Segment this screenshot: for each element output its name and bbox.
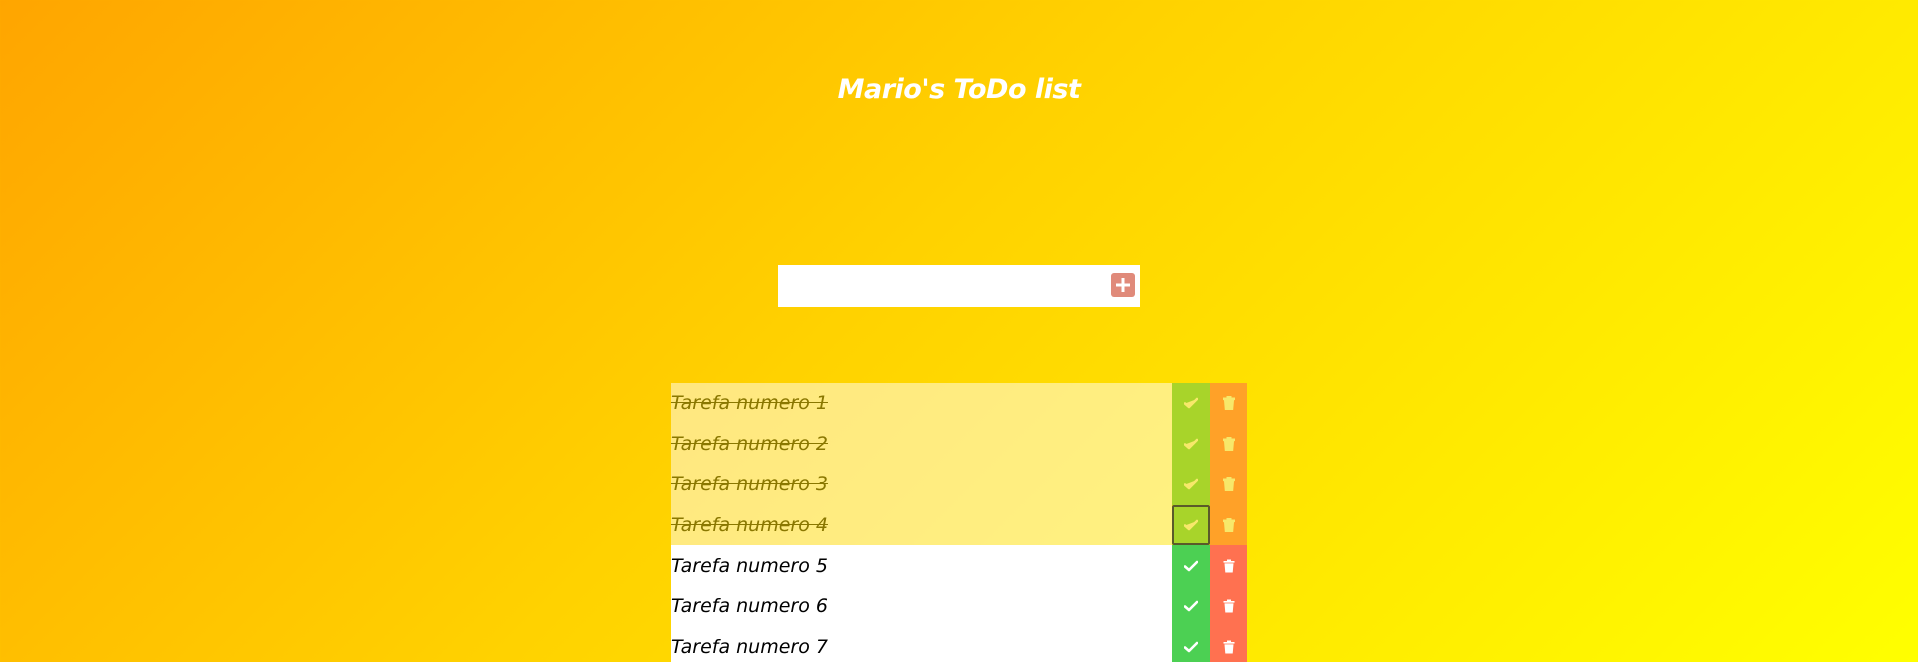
delete-button[interactable] — [1210, 545, 1247, 586]
todo-text: Tarefa numero 4 — [671, 504, 1172, 546]
check-icon — [1184, 397, 1198, 409]
complete-button[interactable] — [1172, 423, 1210, 465]
page-title: Mario's ToDo list — [837, 74, 1081, 105]
complete-button[interactable] — [1172, 626, 1210, 662]
complete-button[interactable] — [1172, 383, 1210, 424]
delete-button[interactable] — [1210, 423, 1247, 465]
delete-button[interactable] — [1210, 504, 1247, 546]
trash-icon — [1222, 396, 1235, 411]
todo-item: Tarefa numero 5 — [671, 545, 1247, 586]
todo-text: Tarefa numero 5 — [671, 545, 1172, 586]
trash-icon — [1222, 518, 1235, 533]
complete-button[interactable] — [1172, 504, 1210, 546]
todo-text: Tarefa numero 7 — [671, 626, 1172, 662]
todo-item: Tarefa numero 4 — [671, 504, 1247, 546]
todo-text: Tarefa numero 3 — [671, 464, 1172, 505]
trash-icon — [1223, 640, 1234, 654]
trash-icon — [1223, 559, 1234, 573]
check-icon — [1184, 438, 1198, 450]
todo-item: Tarefa numero 6 — [671, 585, 1247, 627]
delete-button[interactable] — [1210, 585, 1247, 627]
todo-item: Tarefa numero 3 — [671, 464, 1247, 505]
plus-icon — [1116, 278, 1130, 292]
add-todo-button[interactable] — [1111, 273, 1135, 297]
trash-icon — [1222, 436, 1235, 451]
check-icon — [1184, 641, 1198, 653]
delete-button[interactable] — [1210, 464, 1247, 505]
check-icon — [1184, 560, 1198, 571]
check-icon — [1184, 519, 1198, 531]
todo-text: Tarefa numero 6 — [671, 585, 1172, 627]
complete-button[interactable] — [1172, 464, 1210, 505]
delete-button[interactable] — [1210, 383, 1247, 424]
check-icon — [1184, 479, 1198, 490]
todo-input[interactable] — [778, 265, 1098, 307]
todo-item: Tarefa numero 1 — [671, 383, 1247, 424]
delete-button[interactable] — [1210, 626, 1247, 662]
trash-icon — [1222, 477, 1235, 492]
todo-text: Tarefa numero 1 — [671, 383, 1172, 424]
add-todo-form — [778, 265, 1140, 307]
todo-list: Tarefa numero 1 Tarefa numero 2 Tarefa n… — [671, 383, 1247, 662]
trash-icon — [1223, 599, 1234, 613]
todo-item: Tarefa numero 2 — [671, 423, 1247, 465]
complete-button[interactable] — [1172, 585, 1210, 627]
check-icon — [1184, 600, 1198, 612]
complete-button[interactable] — [1172, 545, 1210, 586]
todo-text: Tarefa numero 2 — [671, 423, 1172, 465]
todo-item: Tarefa numero 7 — [671, 626, 1247, 662]
